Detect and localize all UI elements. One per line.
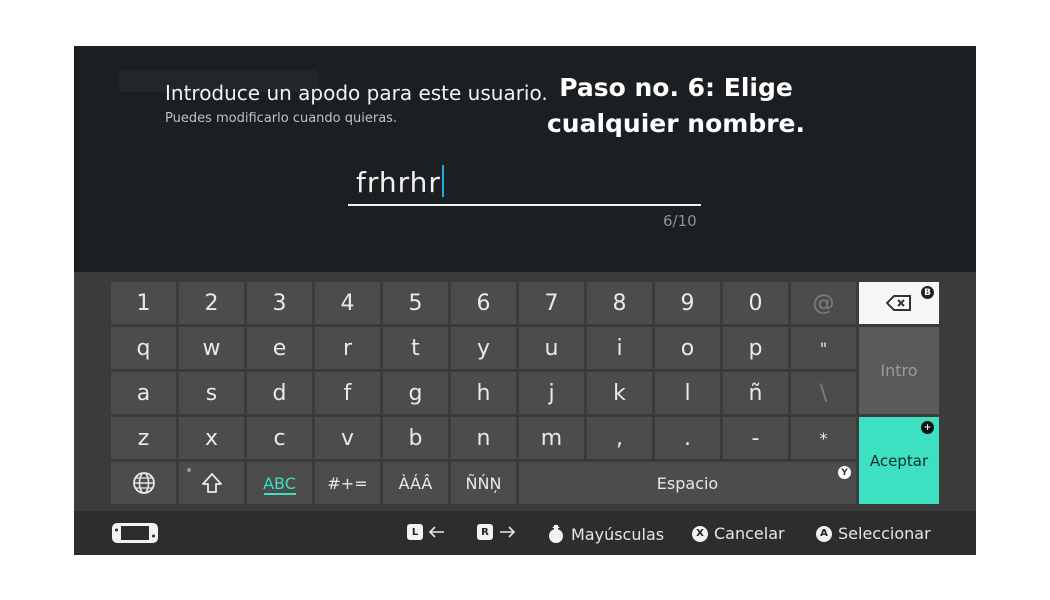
nickname-subtext: Puedes modificarlo cuando quieras.: [165, 111, 398, 126]
shift-arrow-icon: [201, 473, 222, 493]
step-title: Paso no. 6: Elige: [559, 73, 793, 102]
key-0[interactable]: 0: [723, 282, 788, 324]
key-v[interactable]: v: [315, 417, 380, 459]
console-mode-icon: [111, 522, 159, 544]
hint-select: A Seleccionar: [816, 524, 931, 543]
b-button-badge: B: [921, 286, 934, 299]
key-z[interactable]: z: [111, 417, 176, 459]
backspace-button[interactable]: B: [859, 282, 939, 324]
abc-mode-button[interactable]: ABC: [247, 462, 312, 504]
a-button-icon: A: [816, 525, 832, 542]
footer-hints: L R Mayúsculas X Cancelar A Seleccionar: [74, 511, 976, 555]
intro-button[interactable]: Intro: [859, 327, 939, 414]
r-button-icon: R: [477, 524, 493, 540]
abc-active-underline: [263, 493, 296, 495]
key-3[interactable]: 3: [247, 282, 312, 324]
key-8[interactable]: 8: [587, 282, 652, 324]
key-hyphen[interactable]: -: [723, 417, 788, 459]
step-instruction-overlay: Paso no. 6: Elige cualquier nombre.: [510, 70, 842, 142]
y-button-badge: Y: [838, 466, 851, 479]
nickname-value: frhrhr: [356, 166, 441, 199]
special-n-mode-button[interactable]: ÑŃŅ: [451, 462, 516, 504]
key-c[interactable]: c: [247, 417, 312, 459]
key-o[interactable]: o: [655, 327, 720, 369]
key-e[interactable]: e: [247, 327, 312, 369]
key-1[interactable]: 1: [111, 282, 176, 324]
key-period[interactable]: .: [655, 417, 720, 459]
cancel-label: Cancelar: [714, 524, 785, 543]
shift-button[interactable]: [179, 462, 244, 504]
plus-button-badge: +: [921, 421, 934, 434]
key-j[interactable]: j: [519, 372, 584, 414]
space-button[interactable]: Espacio Y: [519, 462, 856, 504]
key-t[interactable]: t: [383, 327, 448, 369]
shift-indicator-dot-icon: [187, 468, 191, 472]
hint-move-left: L: [407, 524, 445, 540]
key-2[interactable]: 2: [179, 282, 244, 324]
key-4[interactable]: 4: [315, 282, 380, 324]
hint-caps: Mayúsculas: [547, 524, 664, 544]
backspace-icon: [886, 295, 911, 311]
hint-move-right: R: [477, 524, 515, 540]
key-a[interactable]: a: [111, 372, 176, 414]
accents-mode-button[interactable]: ÀÁÂ: [383, 462, 448, 504]
nickname-input[interactable]: frhrhr: [348, 159, 701, 206]
arrow-right-icon: [500, 526, 515, 538]
key-d[interactable]: d: [247, 372, 312, 414]
input-underline: [348, 204, 701, 206]
key-n[interactable]: n: [451, 417, 516, 459]
abc-label: ABC: [263, 473, 296, 493]
space-label: Espacio: [656, 473, 719, 493]
key-w[interactable]: w: [179, 327, 244, 369]
key-b[interactable]: b: [383, 417, 448, 459]
left-stick-icon: [549, 524, 563, 543]
key-n-tilde[interactable]: ñ: [723, 372, 788, 414]
key-quote[interactable]: ": [791, 327, 856, 369]
nickname-prompt: Introduce un apodo para este usuario.: [165, 81, 548, 105]
key-q[interactable]: q: [111, 327, 176, 369]
arrow-left-icon: [429, 526, 444, 538]
key-u[interactable]: u: [519, 327, 584, 369]
caps-label: Mayúsculas: [571, 524, 665, 544]
key-x[interactable]: x: [179, 417, 244, 459]
key-m[interactable]: m: [519, 417, 584, 459]
char-counter: 6/10: [663, 212, 697, 230]
key-i[interactable]: i: [587, 327, 652, 369]
accept-button[interactable]: Aceptar +: [859, 417, 939, 504]
key-5[interactable]: 5: [383, 282, 448, 324]
key-f[interactable]: f: [315, 372, 380, 414]
accept-label: Aceptar: [869, 451, 929, 470]
select-label: Seleccionar: [838, 524, 931, 543]
key-comma[interactable]: ,: [587, 417, 652, 459]
key-at[interactable]: @: [791, 282, 856, 324]
key-h[interactable]: h: [451, 372, 516, 414]
hint-cancel: X Cancelar: [692, 524, 785, 543]
key-s[interactable]: s: [179, 372, 244, 414]
key-r[interactable]: r: [315, 327, 380, 369]
x-button-icon: X: [692, 525, 708, 542]
key-g[interactable]: g: [383, 372, 448, 414]
key-asterisk[interactable]: *: [791, 417, 856, 459]
symbols-mode-button[interactable]: #+=: [315, 462, 380, 504]
key-k[interactable]: k: [587, 372, 652, 414]
text-caret: [441, 165, 444, 197]
globe-icon: [132, 472, 155, 494]
key-backslash[interactable]: \: [791, 372, 856, 414]
language-button[interactable]: [111, 462, 176, 504]
key-p[interactable]: p: [723, 327, 788, 369]
key-9[interactable]: 9: [655, 282, 720, 324]
l-button-icon: L: [407, 524, 423, 540]
key-6[interactable]: 6: [451, 282, 516, 324]
key-y[interactable]: y: [451, 327, 516, 369]
step-detail: cualquier nombre.: [546, 109, 805, 138]
key-7[interactable]: 7: [519, 282, 584, 324]
key-l[interactable]: l: [655, 372, 720, 414]
